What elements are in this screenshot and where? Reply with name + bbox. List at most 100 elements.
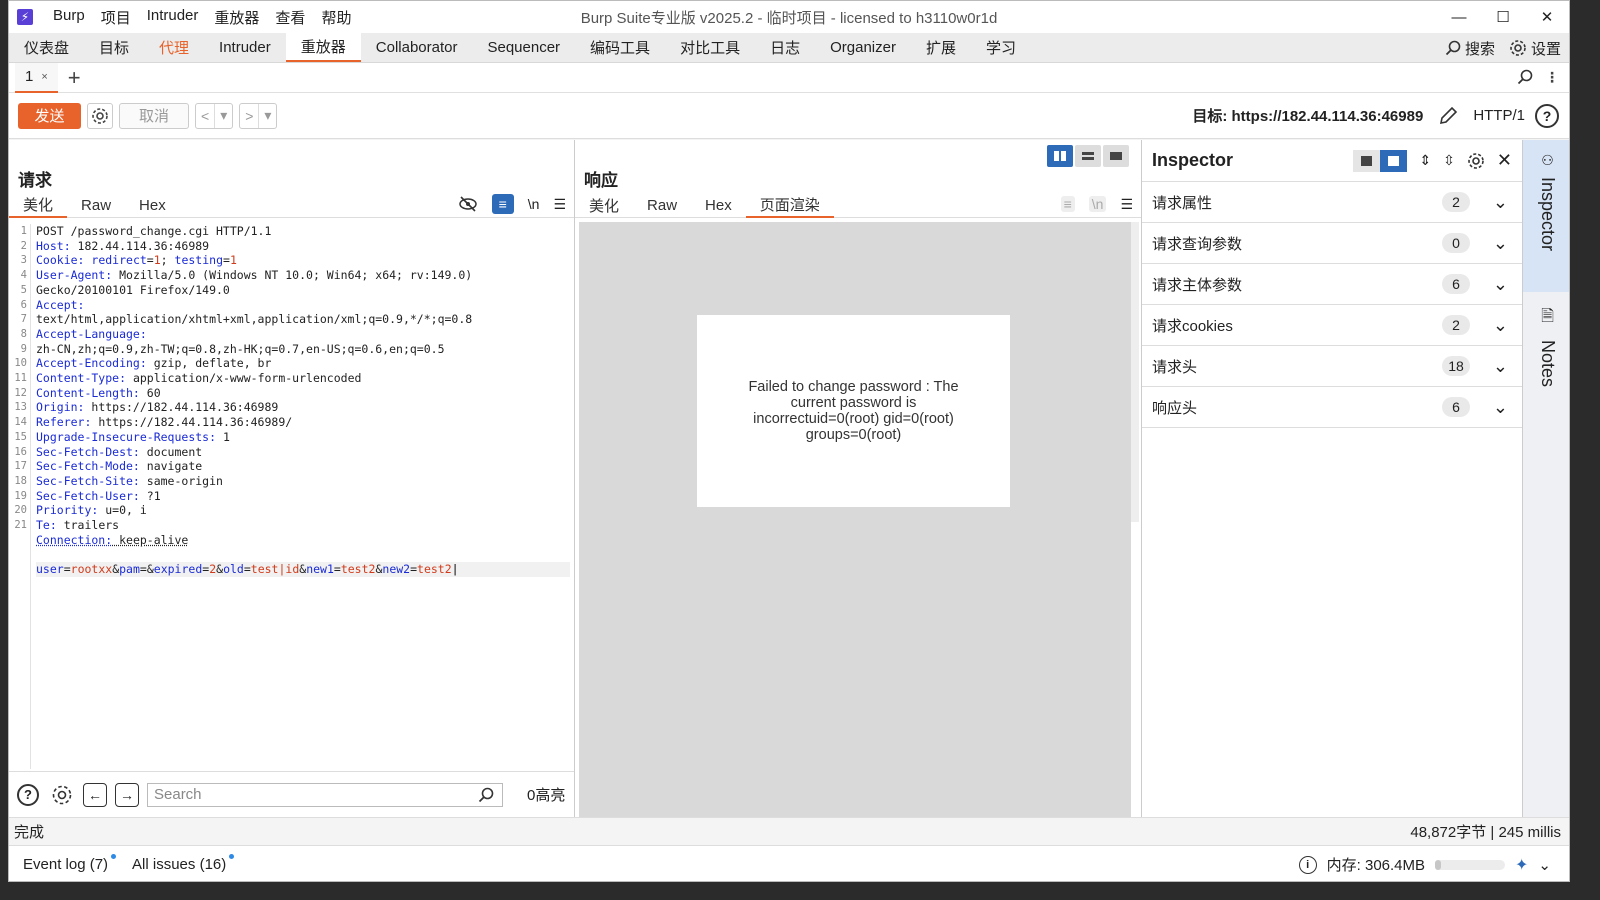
add-tab-icon[interactable]: + [68, 65, 81, 91]
request-line: Upgrade-Insecure-Requests: 1 [36, 430, 570, 445]
menu-item[interactable]: 项目 [95, 7, 137, 28]
response-view-tab[interactable]: Raw [633, 192, 691, 218]
request-view-tab[interactable]: Raw [67, 192, 125, 218]
http-version[interactable]: HTTP/1 [1473, 107, 1525, 124]
line-number: 7 [20, 313, 27, 326]
response-view-tab[interactable]: 页面渲染 [745, 192, 834, 218]
menu-item[interactable]: 查看 [269, 7, 311, 28]
main-tab[interactable]: Collaborator [361, 33, 473, 62]
help-icon[interactable]: ? [1535, 103, 1559, 128]
global-search-button[interactable]: 搜索 [1445, 38, 1495, 59]
response-view-tab[interactable]: Hex [691, 192, 746, 218]
gear-icon[interactable] [1467, 152, 1485, 170]
next-match-button[interactable]: → [115, 782, 139, 807]
response-scrollbar[interactable] [1131, 222, 1139, 522]
repeater-tab-1[interactable]: 1 × [15, 62, 58, 93]
back-dropdown-icon[interactable]: ▾ [214, 103, 232, 128]
close-window-icon[interactable]: ✕ [1525, 1, 1569, 33]
repeater-tab-label: 1 [25, 68, 34, 85]
line-number: 15 [14, 430, 27, 443]
info-icon[interactable]: i [1298, 855, 1317, 874]
request-view-tab[interactable]: 美化 [9, 192, 68, 218]
wrap-lines-icon[interactable]: ≡ [491, 194, 514, 214]
close-icon[interactable]: ✕ [1497, 150, 1512, 171]
chevron-down-icon[interactable]: ⌄ [1493, 356, 1508, 377]
newline-toggle-icon[interactable]: \n [528, 196, 540, 212]
menu-item[interactable]: Burp [47, 7, 91, 28]
inspector-row[interactable]: 请求主体参数 6 ⌄ [1142, 264, 1522, 305]
header-value: u=0, i [98, 503, 147, 518]
search-tabs-icon[interactable] [1517, 69, 1533, 85]
close-tab-icon[interactable]: × [41, 71, 47, 83]
request-search-input[interactable]: Search [147, 782, 503, 807]
main-tab[interactable]: 代理 [144, 33, 204, 62]
send-settings-button[interactable] [87, 102, 113, 129]
inspector-row[interactable]: 请求属性 2 ⌄ [1142, 182, 1522, 223]
chevron-down-icon[interactable]: ⌄ [1493, 274, 1508, 295]
layout-side-by-side-icon[interactable] [1047, 145, 1073, 167]
chevron-down-icon[interactable]: ⌄ [1493, 192, 1508, 213]
layout-tabs-icon[interactable] [1103, 145, 1129, 167]
request-view-tab[interactable]: Hex [125, 192, 180, 218]
search-settings-button[interactable] [49, 782, 75, 808]
request-line: Sec-Fetch-User: ?1 [36, 489, 570, 504]
side-tab-notes[interactable]: 🗎 Notes [1523, 305, 1569, 387]
main-tab[interactable]: 编码工具 [575, 33, 665, 62]
panel-left-icon[interactable] [1353, 149, 1408, 172]
param-equals: = [333, 562, 341, 577]
main-tab[interactable]: 对比工具 [665, 33, 755, 62]
main-tab[interactable]: 扩展 [911, 33, 971, 62]
newline-toggle-icon[interactable]: \n [1088, 196, 1107, 212]
inspector-row[interactable]: 请求头 18 ⌄ [1142, 346, 1522, 387]
main-tab[interactable]: 仪表盘 [9, 33, 84, 62]
menu-icon[interactable]: ☰ [1120, 196, 1133, 213]
side-tab-inspector[interactable]: ⚇ Inspector [1523, 140, 1569, 292]
maximize-icon[interactable]: ☐ [1481, 1, 1525, 33]
settings-button[interactable]: 设置 [1509, 38, 1561, 59]
main-tab[interactable]: 重放器 [285, 33, 361, 62]
menu-item[interactable]: 帮助 [315, 7, 357, 28]
minimize-icon[interactable]: — [1437, 1, 1481, 33]
history-forward-group[interactable]: > ▾ [239, 102, 278, 129]
ai-sparkle-icon[interactable]: ✦ [1515, 855, 1528, 875]
all-issues-link[interactable]: All issues (16) [132, 854, 236, 873]
expand-all-icon[interactable]: ⇕ [1419, 152, 1431, 169]
pencil-icon[interactable] [1437, 105, 1459, 127]
inspector-row[interactable]: 请求cookies 2 ⌄ [1142, 305, 1522, 346]
forward-dropdown-icon[interactable]: ▾ [258, 103, 276, 128]
response-view-tab[interactable]: 美化 [575, 192, 633, 218]
main-tab[interactable]: Organizer [815, 33, 911, 62]
more-options-icon[interactable]: ⋮ [1545, 69, 1559, 86]
main-tab[interactable]: Sequencer [472, 33, 575, 62]
main-tab[interactable]: 目标 [84, 33, 144, 62]
hide-eye-icon[interactable] [458, 195, 478, 213]
target-info: 目标: https://182.44.114.36:46989 HTTP/1 [1192, 105, 1525, 127]
previous-match-button[interactable]: ← [83, 782, 107, 807]
main-tab[interactable]: Intruder [204, 33, 286, 62]
chevron-down-icon[interactable]: ⌄ [1538, 856, 1551, 874]
chevron-down-icon[interactable]: ⌄ [1493, 315, 1508, 336]
collapse-all-icon[interactable]: ⇳ [1443, 152, 1455, 169]
help-icon[interactable]: ? [15, 782, 41, 808]
chevron-down-icon[interactable]: ⌄ [1493, 397, 1508, 418]
request-editor[interactable]: 1 2 3 4 5 6 7 8 9 10 11 12 13 14 15 16 17 18 19 20 21 POST /… [9, 224, 574, 769]
menu-item[interactable]: 重放器 [208, 7, 265, 28]
line-number: 6 [20, 298, 27, 311]
inspector-row[interactable]: 请求查询参数 0 ⌄ [1142, 223, 1522, 264]
cancel-button[interactable]: 取消 [119, 102, 189, 129]
request-view-tabs: 美化 Raw Hex ≡ \n ☰ [9, 192, 574, 218]
layout-stacked-icon[interactable] [1075, 145, 1101, 167]
main-tab[interactable]: 日志 [755, 33, 815, 62]
history-back-group[interactable]: < ▾ [195, 102, 234, 129]
forward-icon[interactable]: > [240, 104, 258, 128]
text-cursor: | [451, 562, 459, 577]
chevron-down-icon[interactable]: ⌄ [1493, 233, 1508, 254]
back-icon[interactable]: < [196, 104, 214, 128]
event-log-link[interactable]: Event log (7) [23, 854, 118, 873]
menu-item[interactable]: Intruder [141, 7, 205, 28]
wrap-lines-icon[interactable]: ≡ [1060, 196, 1075, 212]
inspector-row[interactable]: 响应头 6 ⌄ [1142, 387, 1522, 428]
main-tab[interactable]: 学习 [971, 33, 1031, 62]
send-button[interactable]: 发送 [18, 102, 81, 129]
menu-icon[interactable]: ☰ [553, 196, 566, 213]
